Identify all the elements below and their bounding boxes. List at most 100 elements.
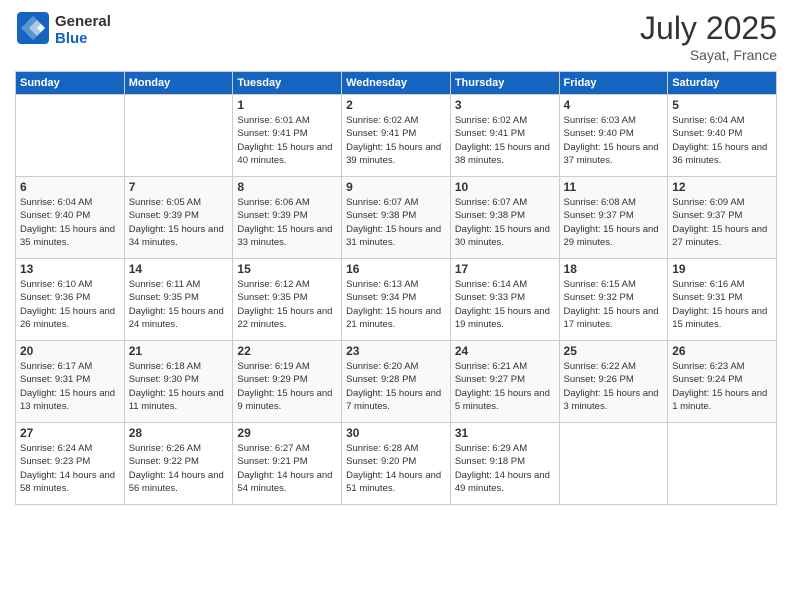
calendar-cell: 28Sunrise: 6:26 AMSunset: 9:22 PMDayligh… — [124, 423, 233, 505]
day-info-line: Sunrise: 6:07 AM — [455, 196, 555, 209]
day-info-line: Sunset: 9:22 PM — [129, 455, 229, 468]
day-info: Sunrise: 6:29 AMSunset: 9:18 PMDaylight:… — [455, 442, 555, 495]
calendar-cell — [559, 423, 668, 505]
day-info-line: Daylight: 15 hours and 39 minutes. — [346, 141, 446, 168]
day-info-line: Sunset: 9:36 PM — [20, 291, 120, 304]
day-number: 11 — [564, 180, 664, 194]
day-number: 31 — [455, 426, 555, 440]
day-info-line: Sunset: 9:40 PM — [564, 127, 664, 140]
day-number: 15 — [237, 262, 337, 276]
day-info: Sunrise: 6:21 AMSunset: 9:27 PMDaylight:… — [455, 360, 555, 413]
day-info: Sunrise: 6:26 AMSunset: 9:22 PMDaylight:… — [129, 442, 229, 495]
day-info: Sunrise: 6:24 AMSunset: 9:23 PMDaylight:… — [20, 442, 120, 495]
day-info: Sunrise: 6:22 AMSunset: 9:26 PMDaylight:… — [564, 360, 664, 413]
day-info: Sunrise: 6:15 AMSunset: 9:32 PMDaylight:… — [564, 278, 664, 331]
day-info-line: Sunset: 9:34 PM — [346, 291, 446, 304]
day-info-line: Sunrise: 6:10 AM — [20, 278, 120, 291]
day-info-line: Daylight: 14 hours and 51 minutes. — [346, 469, 446, 496]
day-of-week-header: Monday — [124, 72, 233, 95]
day-info: Sunrise: 6:02 AMSunset: 9:41 PMDaylight:… — [455, 114, 555, 167]
calendar-cell: 10Sunrise: 6:07 AMSunset: 9:38 PMDayligh… — [450, 177, 559, 259]
day-info: Sunrise: 6:01 AMSunset: 9:41 PMDaylight:… — [237, 114, 337, 167]
day-number: 22 — [237, 344, 337, 358]
day-info: Sunrise: 6:19 AMSunset: 9:29 PMDaylight:… — [237, 360, 337, 413]
day-info-line: Sunset: 9:39 PM — [129, 209, 229, 222]
day-info: Sunrise: 6:28 AMSunset: 9:20 PMDaylight:… — [346, 442, 446, 495]
day-info-line: Sunset: 9:38 PM — [346, 209, 446, 222]
day-info-line: Sunset: 9:37 PM — [564, 209, 664, 222]
day-info: Sunrise: 6:08 AMSunset: 9:37 PMDaylight:… — [564, 196, 664, 249]
calendar-cell: 16Sunrise: 6:13 AMSunset: 9:34 PMDayligh… — [342, 259, 451, 341]
day-info-line: Sunset: 9:35 PM — [237, 291, 337, 304]
day-info: Sunrise: 6:23 AMSunset: 9:24 PMDaylight:… — [672, 360, 772, 413]
day-info-line: Sunrise: 6:27 AM — [237, 442, 337, 455]
calendar-cell: 9Sunrise: 6:07 AMSunset: 9:38 PMDaylight… — [342, 177, 451, 259]
calendar-cell: 21Sunrise: 6:18 AMSunset: 9:30 PMDayligh… — [124, 341, 233, 423]
day-info-line: Sunset: 9:41 PM — [346, 127, 446, 140]
day-info-line: Sunrise: 6:04 AM — [20, 196, 120, 209]
day-info-line: Sunset: 9:31 PM — [20, 373, 120, 386]
day-info-line: Daylight: 15 hours and 36 minutes. — [672, 141, 772, 168]
calendar-cell — [16, 95, 125, 177]
day-number: 4 — [564, 98, 664, 112]
day-number: 30 — [346, 426, 446, 440]
day-info-line: Sunset: 9:33 PM — [455, 291, 555, 304]
logo-blue-text: Blue — [55, 31, 111, 48]
calendar-cell: 26Sunrise: 6:23 AMSunset: 9:24 PMDayligh… — [668, 341, 777, 423]
day-info-line: Sunset: 9:28 PM — [346, 373, 446, 386]
day-number: 2 — [346, 98, 446, 112]
day-info-line: Sunset: 9:40 PM — [20, 209, 120, 222]
month-title: July 2025 — [640, 10, 777, 47]
calendar-cell: 22 Sunrise: 6:19 AMSunset: 9:29 PMDayligh… — [233, 341, 342, 423]
day-info-line: Sunrise: 6:07 AM — [346, 196, 446, 209]
calendar-cell: 1 Sunrise: 6:01 AMSunset: 9:41 PMDaylight… — [233, 95, 342, 177]
day-number: 1 — [237, 98, 337, 112]
page-header: General Blue July 2025 Sayat, France — [15, 10, 777, 63]
location-subtitle: Sayat, France — [640, 47, 777, 63]
day-info-line: Sunrise: 6:23 AM — [672, 360, 772, 373]
day-info-line: Sunrise: 6:28 AM — [346, 442, 446, 455]
day-of-week-header: Saturday — [668, 72, 777, 95]
day-info-line: Daylight: 14 hours and 49 minutes. — [455, 469, 555, 496]
calendar-cell: 14Sunrise: 6:11 AMSunset: 9:35 PMDayligh… — [124, 259, 233, 341]
day-info-line: Sunset: 9:26 PM — [564, 373, 664, 386]
calendar-cell: 30 Sunrise: 6:28 AMSunset: 9:20 PMDayligh… — [342, 423, 451, 505]
day-info-line: Sunset: 9:24 PM — [672, 373, 772, 386]
logo: General Blue — [15, 10, 111, 51]
day-info-line: Daylight: 15 hours and 30 minutes. — [455, 223, 555, 250]
day-info-line: Sunrise: 6:08 AM — [564, 196, 664, 209]
day-info-line: Sunrise: 6:19 AM — [237, 360, 337, 373]
calendar-cell: 3Sunrise: 6:02 AMSunset: 9:41 PMDaylight… — [450, 95, 559, 177]
day-number: 10 — [455, 180, 555, 194]
day-info-line: Daylight: 14 hours and 56 minutes. — [129, 469, 229, 496]
day-info-line: Daylight: 15 hours and 13 minutes. — [20, 387, 120, 414]
day-number: 9 — [346, 180, 446, 194]
title-block: July 2025 Sayat, France — [640, 10, 777, 63]
day-info-line: Sunrise: 6:09 AM — [672, 196, 772, 209]
day-info: Sunrise: 6:09 AMSunset: 9:37 PMDaylight:… — [672, 196, 772, 249]
day-info-line: Sunset: 9:29 PM — [237, 373, 337, 386]
calendar-cell: 29Sunrise: 6:27 AMSunset: 9:21 PMDayligh… — [233, 423, 342, 505]
day-info: Sunrise: 6:17 AMSunset: 9:31 PMDaylight:… — [20, 360, 120, 413]
calendar-cell: 20Sunrise: 6:17 AMSunset: 9:31 PMDayligh… — [16, 341, 125, 423]
day-info-line: Sunrise: 6:11 AM — [129, 278, 229, 291]
day-number: 24 — [455, 344, 555, 358]
day-info-line: Sunrise: 6:13 AM — [346, 278, 446, 291]
day-info-line: Daylight: 15 hours and 3 minutes. — [564, 387, 664, 414]
day-info-line: Sunrise: 6:18 AM — [129, 360, 229, 373]
day-info-line: Sunset: 9:21 PM — [237, 455, 337, 468]
day-number: 13 — [20, 262, 120, 276]
calendar-cell: 27Sunrise: 6:24 AMSunset: 9:23 PMDayligh… — [16, 423, 125, 505]
calendar-cell: 2 Sunrise: 6:02 AMSunset: 9:41 PMDaylight… — [342, 95, 451, 177]
calendar-cell: 12Sunrise: 6:09 AMSunset: 9:37 PMDayligh… — [668, 177, 777, 259]
day-info-line: Sunrise: 6:17 AM — [20, 360, 120, 373]
day-info-line: Daylight: 15 hours and 37 minutes. — [564, 141, 664, 168]
day-info-line: Daylight: 15 hours and 27 minutes. — [672, 223, 772, 250]
calendar-cell: 7Sunrise: 6:05 AMSunset: 9:39 PMDaylight… — [124, 177, 233, 259]
day-info-line: Daylight: 15 hours and 1 minute. — [672, 387, 772, 414]
day-info-line: Sunset: 9:41 PM — [455, 127, 555, 140]
day-number: 14 — [129, 262, 229, 276]
day-info-line: Sunset: 9:40 PM — [672, 127, 772, 140]
day-info-line: Sunrise: 6:02 AM — [346, 114, 446, 127]
day-number: 7 — [129, 180, 229, 194]
